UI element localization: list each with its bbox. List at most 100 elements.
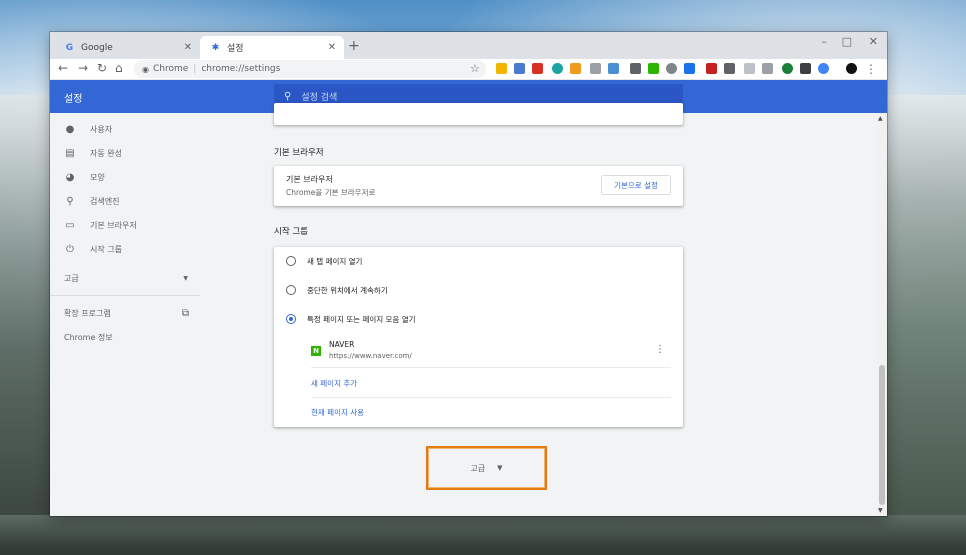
address-bar[interactable]: ◉ Chrome | chrome://settings xyxy=(134,60,486,78)
reload-button[interactable]: ↻ xyxy=(97,61,107,75)
settings-content: ● 사용자 ▤ 자동 완성 ◕ 모양 ⚲ 검색엔진 ▭ 기본 브라우저 ⏻ 시작… xyxy=(50,103,887,516)
scrollbar[interactable]: ▲ ▼ xyxy=(877,113,887,516)
sidebar-extensions[interactable]: 확장 프로그램 ⧉ xyxy=(64,308,189,319)
radio-specific-pages[interactable] xyxy=(286,314,296,324)
default-browser-title: 기본 브라우저 xyxy=(286,175,333,184)
omnibox-url: chrome://settings xyxy=(201,64,281,74)
radio-new-tab[interactable] xyxy=(286,256,296,266)
page-title: 설정 xyxy=(64,94,83,105)
toolbar: ← → ↻ ⌂ ◉ Chrome | chrome://settings ☆ ⋮ xyxy=(50,59,887,80)
extension-icon[interactable] xyxy=(818,63,829,74)
extension-icon[interactable] xyxy=(570,63,581,74)
browser-window: G Google ✕ ✱ 설정 ✕ + – □ ✕ ← → ↻ ⌂ ◉ Chro… xyxy=(50,32,887,516)
divider xyxy=(311,367,671,368)
radio-continue-label: 중단한 위치에서 계속하기 xyxy=(307,286,388,295)
naver-icon: N xyxy=(311,346,321,356)
close-icon[interactable]: ✕ xyxy=(184,42,192,53)
advanced-button[interactable]: 고급 ▼ xyxy=(426,446,547,490)
forward-button[interactable]: → xyxy=(78,61,88,75)
extension-icon[interactable] xyxy=(762,63,773,74)
sidebar-about-chrome[interactable]: Chrome 정보 xyxy=(64,332,113,343)
extension-icon[interactable] xyxy=(608,63,619,74)
extension-icon[interactable] xyxy=(800,63,811,74)
extension-icon[interactable] xyxy=(744,63,755,74)
radio-new-tab-label: 새 탭 페이지 열기 xyxy=(307,257,363,266)
sidebar-divider xyxy=(50,295,200,296)
sidebar-item-default-browser[interactable]: ▭ 기본 브라우저 xyxy=(64,220,137,231)
sidebar-item-label: 사용자 xyxy=(90,125,113,134)
back-button[interactable]: ← xyxy=(58,61,68,75)
scroll-down-icon[interactable]: ▼ xyxy=(878,507,883,514)
make-default-label: 기본으로 설정 xyxy=(614,180,658,190)
extension-icon[interactable] xyxy=(666,63,677,74)
scrolled-card xyxy=(274,103,683,125)
extension-icon[interactable] xyxy=(684,63,695,74)
search-icon: ⚲ xyxy=(284,90,292,102)
wallpaper-bottom xyxy=(0,515,966,555)
sidebar-item-label: 기본 브라우저 xyxy=(90,221,137,230)
extension-icon[interactable] xyxy=(552,63,563,74)
default-browser-subtitle: Chrome을 기본 브라우저로 xyxy=(286,188,376,197)
default-browser-card: 기본 브라우저 Chrome을 기본 브라우저로 기본으로 설정 xyxy=(274,166,683,206)
minimize-button[interactable]: – xyxy=(822,35,828,48)
sidebar-item-search-engine[interactable]: ⚲ 검색엔진 xyxy=(64,196,119,207)
extension-icon[interactable] xyxy=(648,63,659,74)
tab-strip: G Google ✕ ✱ 설정 ✕ + – □ ✕ xyxy=(50,32,887,59)
chevron-down-icon: ▼ xyxy=(497,464,503,472)
extension-icon[interactable] xyxy=(630,63,641,74)
sidebar-item-label: 모양 xyxy=(90,173,105,182)
tab-settings[interactable]: ✱ 설정 ✕ xyxy=(200,36,344,59)
extension-icon[interactable] xyxy=(590,63,601,74)
gear-icon: ✱ xyxy=(211,42,220,53)
sidebar-item-autofill[interactable]: ▤ 자동 완성 xyxy=(64,148,122,159)
scrollbar-thumb[interactable] xyxy=(879,365,885,505)
chrome-icon: ◉ xyxy=(142,64,149,74)
palette-icon: ◕ xyxy=(65,172,75,183)
add-new-page-link[interactable]: 새 페이지 추가 xyxy=(311,378,357,389)
sidebar-about-label: Chrome 정보 xyxy=(64,333,113,342)
sidebar-advanced[interactable]: 고급 ▼ xyxy=(64,273,188,284)
search-icon: ⚲ xyxy=(66,196,74,207)
make-default-button[interactable]: 기본으로 설정 xyxy=(601,175,671,195)
close-icon[interactable]: ✕ xyxy=(328,42,336,53)
settings-sidebar: ● 사용자 ▤ 자동 완성 ◕ 모양 ⚲ 검색엔진 ▭ 기본 브라우저 ⏻ 시작… xyxy=(50,113,200,516)
sidebar-item-people[interactable]: ● 사용자 xyxy=(64,124,112,135)
chevron-down-icon: ▼ xyxy=(183,275,188,282)
home-button[interactable]: ⌂ xyxy=(115,61,123,75)
sidebar-item-label: 시작 그룹 xyxy=(90,245,122,254)
close-window-button[interactable]: ✕ xyxy=(869,35,878,48)
tab-label: 설정 xyxy=(227,44,244,54)
divider xyxy=(311,397,671,398)
extension-icon[interactable] xyxy=(496,63,507,74)
scroll-up-icon[interactable]: ▲ xyxy=(878,115,883,122)
extension-icon[interactable] xyxy=(706,63,717,74)
use-current-pages-link[interactable]: 현재 페이지 사용 xyxy=(311,407,364,418)
startup-heading: 시작 그룹 xyxy=(274,227,308,237)
radio-continue[interactable] xyxy=(286,285,296,295)
sidebar-item-label: 자동 완성 xyxy=(90,149,122,158)
wallpaper-right xyxy=(886,95,966,515)
default-browser-heading: 기본 브라우저 xyxy=(274,148,324,158)
extension-icon[interactable] xyxy=(532,63,543,74)
startup-page-url: https://www.naver.com/ xyxy=(329,352,412,360)
sidebar-item-startup[interactable]: ⏻ 시작 그룹 xyxy=(64,244,122,255)
person-icon: ● xyxy=(65,124,75,135)
extension-icon[interactable] xyxy=(514,63,525,74)
bookmark-star-icon[interactable]: ☆ xyxy=(470,62,480,75)
clipboard-icon: ▤ xyxy=(65,148,75,159)
avatar[interactable] xyxy=(846,63,857,74)
startup-page-name: NAVER xyxy=(329,340,355,349)
maximize-button[interactable]: □ xyxy=(842,35,852,48)
sidebar-item-appearance[interactable]: ◕ 모양 xyxy=(64,172,105,183)
power-icon: ⏻ xyxy=(66,244,74,255)
more-menu-icon[interactable]: ⋮ xyxy=(865,62,877,76)
open-in-new-icon: ⧉ xyxy=(181,308,189,319)
new-tab-button[interactable]: + xyxy=(348,38,360,54)
extension-icon[interactable] xyxy=(782,63,793,74)
extension-icon[interactable] xyxy=(724,63,735,74)
more-vert-icon[interactable]: ⋮ xyxy=(655,344,665,355)
sidebar-advanced-label: 고급 xyxy=(64,274,79,283)
sidebar-extensions-label: 확장 프로그램 xyxy=(64,309,111,318)
tab-google[interactable]: G Google ✕ xyxy=(54,36,200,59)
sidebar-item-label: 검색엔진 xyxy=(90,197,120,206)
